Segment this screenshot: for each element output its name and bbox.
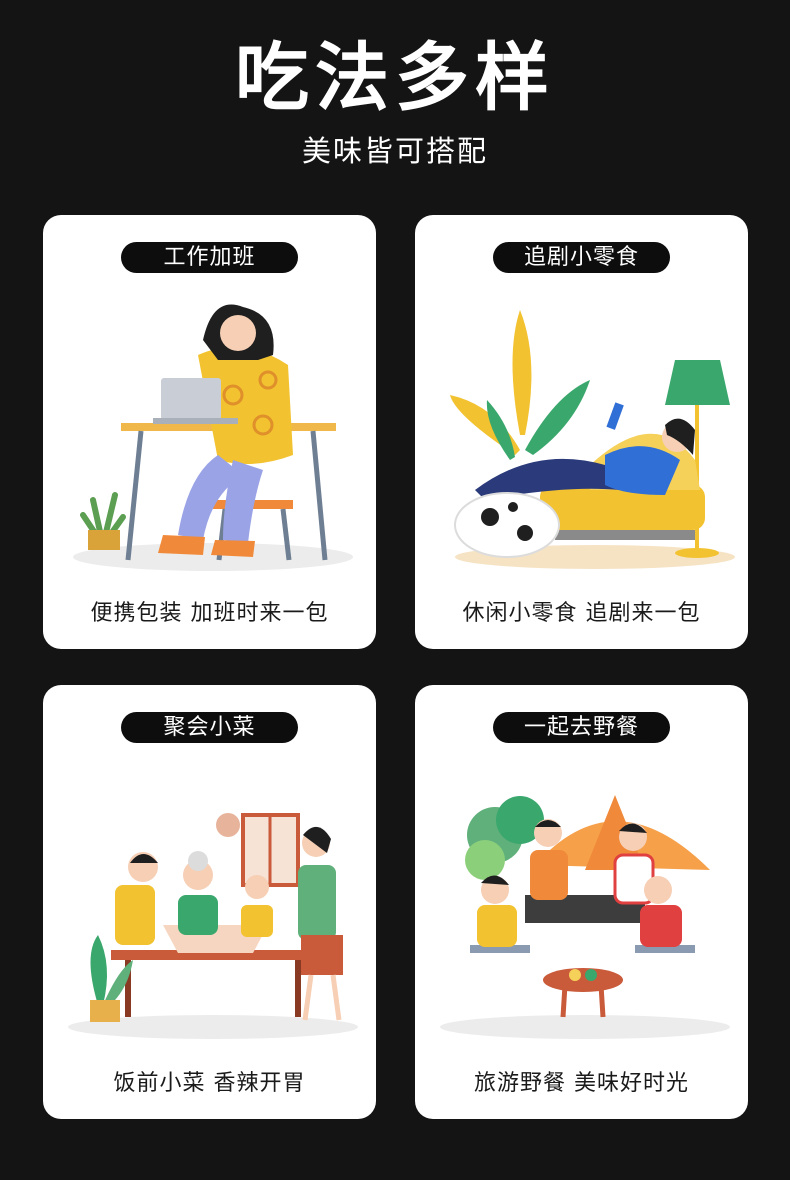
card-caption: 饭前小菜 香辣开胃 [113,1071,306,1096]
card-picnic: 一起去野餐 旅游野餐 美味好时光 [415,685,748,1119]
woman-on-sofa-illustration [450,310,735,569]
picnic-friends-illustration [440,795,730,1039]
card-tag: 追剧小零食 [493,242,670,273]
card-tag: 一起去野餐 [493,712,670,743]
card-caption: 旅游野餐 美味好时光 [474,1071,689,1096]
page-subtitle: 美味皆可搭配 [301,134,488,168]
card-work-overtime: 工作加班 便携包装 加班时来一包 [43,215,376,649]
card-party-dishes: 聚会小菜 饭前小菜 香辣开胃 [43,685,376,1119]
card-tag: 工作加班 [121,242,298,273]
card-tag: 聚会小菜 [121,712,298,743]
page-title: 吃法多样 [235,35,555,121]
card-caption: 便携包装 加班时来一包 [90,601,329,626]
family-dinner-illustration [68,813,358,1039]
card-caption: 休闲小零食 追剧来一包 [462,601,701,626]
woman-at-laptop-illustration [73,304,353,571]
card-binge-snacks: 追剧小零食 休闲小零食 追剧来一包 [415,215,748,649]
